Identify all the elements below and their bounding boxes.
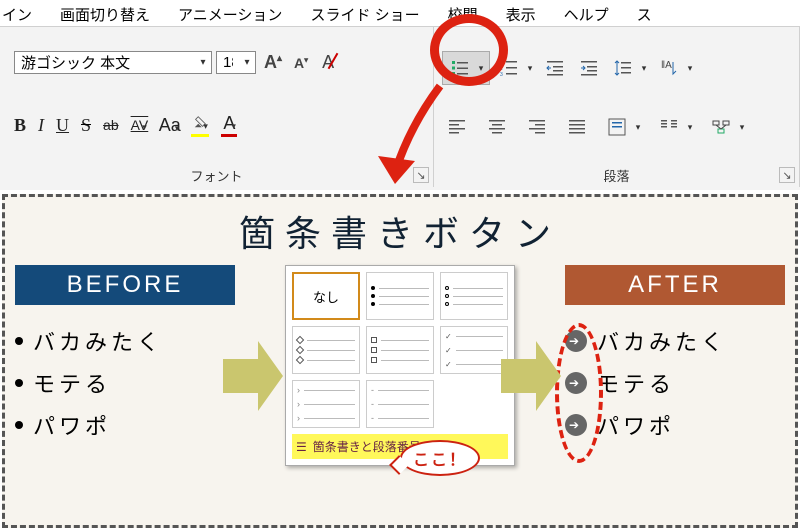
align-vertical-button[interactable] [602, 113, 632, 141]
highlight-button[interactable]: ▾ [191, 113, 209, 137]
bullet-option-diamond[interactable] [292, 326, 360, 374]
bullet-option-arrow[interactable]: ››› [292, 380, 360, 428]
bullet-option-circle[interactable] [440, 272, 508, 320]
svg-text:3: 3 [500, 72, 503, 78]
bold-button[interactable]: B [14, 115, 26, 136]
strikethrough-button[interactable]: ab [103, 117, 119, 133]
chevron-down-icon[interactable]: ▾ [684, 122, 696, 133]
numbering-dropdown-icon[interactable]: ▾ [524, 63, 536, 74]
change-case-button[interactable]: Aa▾ [159, 115, 180, 136]
tab-bar: イン 画面切り替え アニメーション スライド ショー 校閲 表示 ヘルプ ス [0, 0, 800, 26]
font-size-input[interactable] [217, 52, 239, 73]
bullet-option-none[interactable]: なし [292, 272, 360, 320]
decrease-font-icon[interactable]: A▾ [290, 55, 312, 71]
bullet-option-disc[interactable] [366, 272, 434, 320]
before-list: バカみたく モテる パワポ [15, 325, 235, 441]
tab-view[interactable]: 表示 [506, 4, 536, 25]
increase-indent-button[interactable] [574, 54, 604, 82]
shadow-button[interactable]: S [81, 115, 91, 136]
chevron-down-icon[interactable]: ▾ [195, 57, 211, 68]
annotation-oval [555, 323, 603, 463]
bullet-option-square[interactable] [366, 326, 434, 374]
bullet-option-check[interactable] [440, 326, 508, 374]
align-right-button[interactable] [522, 113, 552, 141]
paragraph-dialog-launcher[interactable]: ↘ [779, 167, 795, 183]
font-color-button[interactable]: A▾ [221, 113, 237, 137]
underline-button[interactable]: U [56, 115, 69, 136]
bullet-option-dash[interactable]: --- [366, 380, 434, 428]
chevron-down-icon[interactable]: ▾ [736, 122, 748, 133]
annotation-circle [430, 14, 508, 86]
list-item: パワポ [15, 409, 235, 441]
chevron-down-icon[interactable]: ▾ [632, 122, 644, 133]
svg-text:‖A: ‖A [661, 60, 672, 71]
chevron-down-icon[interactable]: ▾ [239, 57, 255, 68]
bullet-disc-icon [15, 379, 23, 387]
clear-formatting-icon[interactable]: A [322, 52, 334, 73]
columns-button[interactable] [654, 113, 684, 141]
char-spacing-button[interactable]: AV▾ [131, 117, 147, 133]
align-justify-button[interactable] [562, 113, 592, 141]
increase-font-icon[interactable]: A▴ [260, 52, 286, 73]
before-badge: BEFORE [15, 265, 235, 305]
tab-slideshow[interactable]: スライド ショー [310, 4, 419, 25]
tutorial-panel: 箇条書きボタン BEFORE バカみたく モテる パワポ なし ››› --- [2, 194, 798, 528]
list-item: バカみたく [15, 325, 235, 357]
koko-callout: ここ！ [400, 440, 480, 476]
font-size-combo[interactable]: ▾ [216, 51, 256, 74]
font-name-input[interactable] [15, 52, 195, 73]
font-group: ▾ ▾ A▴ A▾ A B I U S ab AV▾ Aa▾ ▾ A▾ フォント… [0, 27, 434, 187]
font-group-label: フォント [0, 164, 433, 187]
decrease-indent-button[interactable] [540, 54, 570, 82]
text-direction-button[interactable]: ‖A [654, 54, 684, 82]
list-item: モテる [15, 367, 235, 399]
smartart-button[interactable] [706, 113, 736, 141]
before-column: BEFORE バカみたく モテる パワポ [15, 265, 235, 451]
tab-design[interactable]: イン [2, 4, 32, 25]
chevron-down-icon[interactable]: ▾ [638, 63, 650, 74]
italic-button[interactable]: I [38, 115, 44, 136]
panel-title: 箇条書きボタン [7, 205, 793, 257]
tab-help[interactable]: ヘルプ [564, 4, 609, 25]
after-badge: AFTER [565, 265, 785, 305]
after-column: AFTER ➔バカみたく ➔モテる ➔パワポ [565, 265, 785, 451]
bullet-disc-icon [15, 337, 23, 345]
line-spacing-button[interactable] [608, 54, 638, 82]
arrow-icon [223, 341, 283, 411]
bullet-disc-icon [15, 421, 23, 429]
list-icon: ☰ [296, 440, 307, 454]
annotation-arrow [370, 76, 490, 206]
font-name-combo[interactable]: ▾ [14, 51, 212, 74]
tab-partial[interactable]: ス [637, 4, 652, 25]
bullets-dropdown-panel: なし ››› --- ☰ 箇条書きと段落番号(N)... [285, 265, 515, 466]
arrow-icon [501, 341, 561, 411]
chevron-down-icon[interactable]: ▾ [684, 63, 696, 74]
tab-animations[interactable]: アニメーション [178, 4, 282, 25]
tab-transitions[interactable]: 画面切り替え [60, 4, 150, 25]
